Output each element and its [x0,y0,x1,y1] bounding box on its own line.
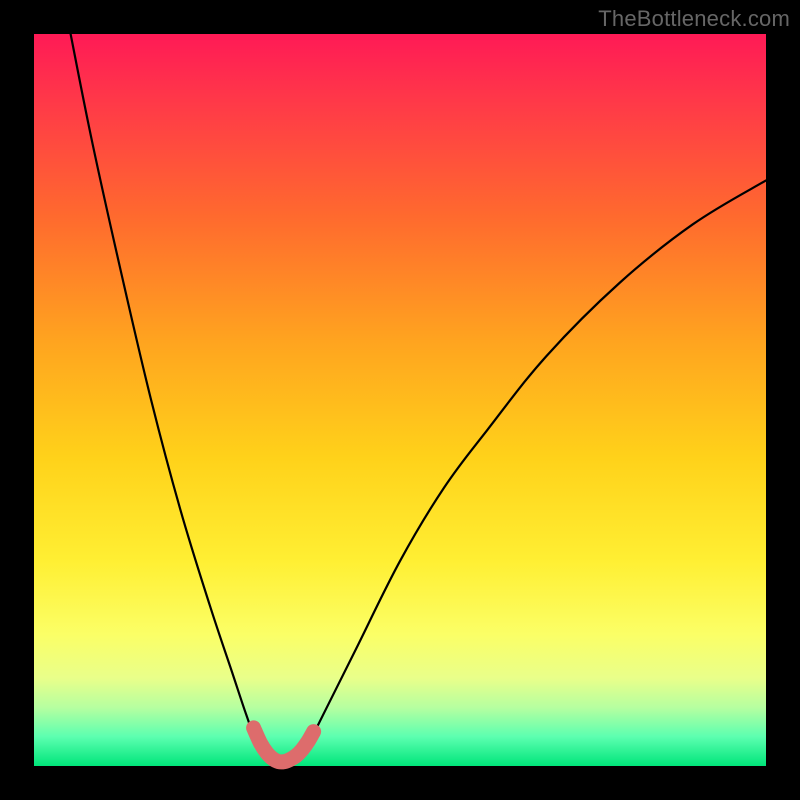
highlight-segment [254,728,314,762]
chart-svg [34,34,766,766]
plot-area [34,34,766,766]
chart-frame: TheBottleneck.com [0,0,800,800]
watermark-text: TheBottleneck.com [598,6,790,32]
bottleneck-curve [71,34,766,767]
